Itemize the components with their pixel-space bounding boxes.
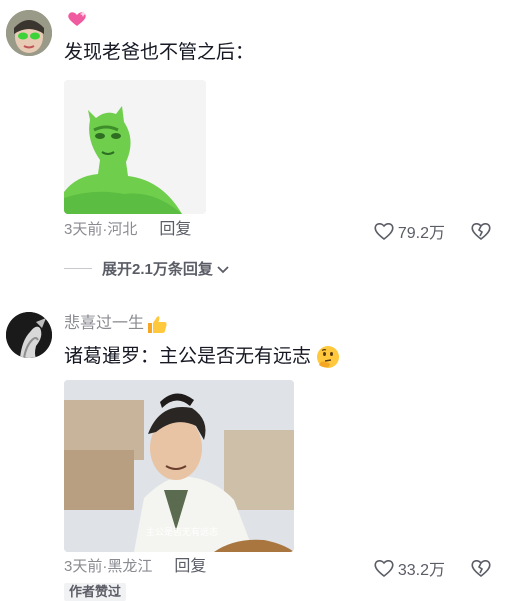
avatar[interactable] bbox=[6, 10, 52, 56]
like-count: 33.2万 bbox=[397, 562, 445, 579]
avatar-image bbox=[6, 10, 52, 56]
heart-outline-icon bbox=[374, 223, 394, 241]
drama-still-image: 主公是否无有远志 bbox=[64, 380, 294, 552]
comment-location: 河北 bbox=[107, 221, 138, 238]
like-count: 79.2万 bbox=[397, 225, 445, 242]
heart-outline-icon bbox=[374, 560, 394, 578]
dislike-button[interactable] bbox=[469, 557, 493, 579]
author-liked-badge: 作者赞过 bbox=[64, 583, 127, 601]
comment-image[interactable]: 主公是否无有远志 bbox=[64, 380, 294, 552]
username-text: 悲喜过一生 bbox=[64, 315, 145, 332]
comment-image[interactable] bbox=[64, 80, 206, 214]
comment-location: 黑龙江 bbox=[107, 558, 153, 575]
broken-heart-icon bbox=[471, 223, 491, 241]
comment-item: 发现老爸也不管之后： 3天前 · 河北 回复 79.2万 展开2.1万条回复 bbox=[0, 0, 507, 290]
expand-replies-button[interactable]: 展开2.1万条回复 bbox=[64, 258, 231, 279]
dislike-button[interactable] bbox=[469, 220, 493, 242]
comment-text-content: 诸葛暹罗：主公是否无有远志 bbox=[64, 346, 312, 367]
expand-divider-line bbox=[64, 268, 92, 269]
comment-text-content: 发现老爸也不管之后： bbox=[64, 42, 255, 63]
like-button[interactable]: 79.2万 bbox=[373, 219, 445, 243]
username[interactable] bbox=[64, 10, 88, 28]
comment-item: 悲喜过一生 诸葛暹罗：主公是否无有远志 主公是否无有远志 3天前 · 黑龙江 回… bbox=[0, 300, 507, 601]
thumbs-up-icon bbox=[148, 316, 167, 333]
comment-text: 发现老爸也不管之后： bbox=[64, 40, 254, 66]
comment-text: 诸葛暹罗：主公是否无有远志 bbox=[64, 344, 341, 370]
reply-button[interactable]: 回复 bbox=[174, 557, 206, 577]
comment-time: 3天前 bbox=[64, 558, 103, 575]
comment-meta: 3天前 · 河北 回复 bbox=[64, 220, 191, 240]
expand-replies-label: 展开2.1万条回复 bbox=[102, 261, 213, 278]
broken-heart-icon bbox=[471, 560, 491, 578]
reply-button[interactable]: 回复 bbox=[159, 220, 191, 240]
comment-time: 3天前 bbox=[64, 221, 103, 238]
avatar-image bbox=[6, 312, 52, 358]
thinking-face-icon bbox=[317, 346, 340, 368]
chevron-down-icon bbox=[217, 265, 229, 273]
avatar[interactable] bbox=[6, 312, 52, 358]
username[interactable]: 悲喜过一生 bbox=[64, 314, 168, 334]
sparkling-heart-icon bbox=[68, 11, 86, 26]
comment-meta: 3天前 · 黑龙江 回复 bbox=[64, 557, 206, 577]
like-button[interactable]: 33.2万 bbox=[373, 556, 445, 580]
green-figure-sticker bbox=[64, 80, 206, 214]
video-subtitle: 主公是否无有远志 bbox=[146, 526, 218, 538]
